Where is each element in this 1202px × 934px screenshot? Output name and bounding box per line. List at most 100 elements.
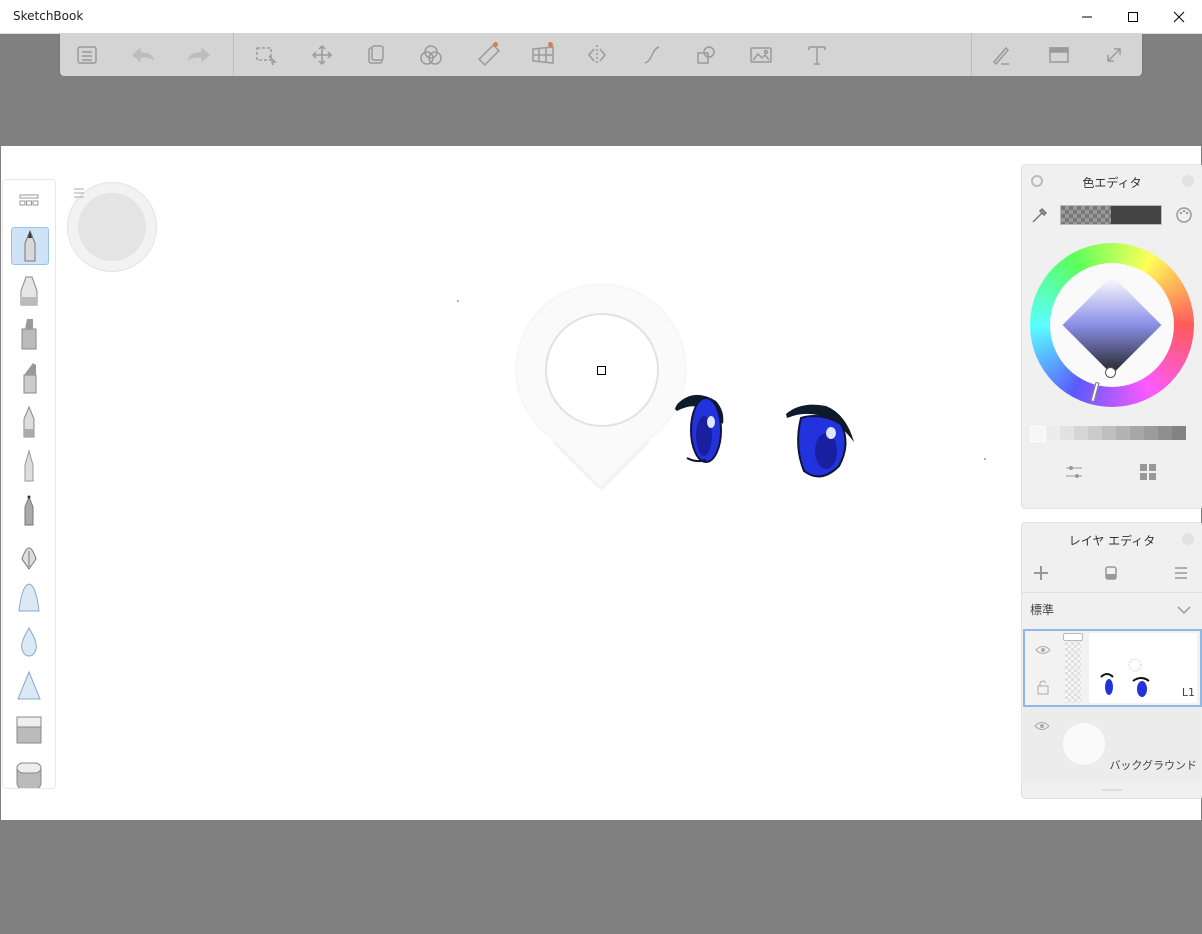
menu-icon <box>74 188 84 198</box>
brush-eraser-hard[interactable] <box>11 712 47 748</box>
close-icon <box>1173 11 1185 22</box>
symmetry-button[interactable] <box>577 33 617 76</box>
color-sets-icon[interactable] <box>1139 463 1157 481</box>
panel-resize-handle[interactable] <box>1102 789 1122 791</box>
airbrush-brush-icon <box>18 583 40 612</box>
chisel-brush-icon <box>23 363 37 394</box>
maximize-button[interactable] <box>1110 0 1156 33</box>
drawn-eye-right <box>786 404 854 478</box>
perspective-button[interactable] <box>523 33 563 76</box>
color-swatch-current[interactable] <box>1060 205 1162 225</box>
brush-water[interactable] <box>11 624 47 660</box>
layer-opacity-slider[interactable] <box>1063 633 1083 703</box>
recent-color[interactable] <box>1116 426 1130 440</box>
color-mix-button[interactable] <box>411 33 451 76</box>
minimize-icon <box>1082 16 1092 17</box>
palette-icon[interactable] <box>1174 205 1194 225</box>
layer-label: バックグラウンド <box>1109 759 1197 772</box>
sliders-icon[interactable] <box>1064 464 1084 480</box>
brush-puck[interactable] <box>67 182 157 272</box>
brush-ink-pen[interactable] <box>11 404 47 440</box>
title-bar: SketchBook <box>0 0 1202 34</box>
ballpoint-brush-icon <box>24 495 34 526</box>
lock-icon[interactable] <box>1036 679 1050 695</box>
nib-pen-brush-icon <box>21 547 37 570</box>
brush-eraser-soft[interactable] <box>11 756 47 788</box>
background-color-swatch[interactable] <box>1063 723 1105 765</box>
add-layer-icon[interactable] <box>1033 565 1049 581</box>
color-mix-icon <box>420 44 442 65</box>
layer-label: L1 <box>1181 686 1195 699</box>
soft-eraser-icon <box>16 762 42 788</box>
recent-color[interactable] <box>1060 426 1074 440</box>
brush-settings-button[interactable] <box>981 33 1021 76</box>
panel-collapse-button[interactable] <box>1182 175 1194 187</box>
recent-color[interactable] <box>1158 426 1172 440</box>
recent-color[interactable] <box>1088 426 1102 440</box>
ruler-button[interactable] <box>468 33 508 76</box>
fine-tip-brush-icon <box>24 449 34 482</box>
copy-button[interactable] <box>356 33 396 76</box>
layer-editor-title: レイヤ エディタ <box>1068 534 1156 548</box>
pencil-brush-icon <box>24 229 36 262</box>
close-button[interactable] <box>1156 0 1202 33</box>
image-button[interactable] <box>741 33 781 76</box>
list-button[interactable] <box>67 33 107 76</box>
layer-row[interactable]: バックグラウンド <box>1023 707 1201 781</box>
recent-color[interactable] <box>1172 426 1186 440</box>
undo-icon <box>131 46 155 63</box>
window-button[interactable] <box>1039 33 1079 76</box>
chevron-down-icon[interactable] <box>1177 605 1191 615</box>
divider <box>1022 592 1202 593</box>
move-icon <box>311 44 333 65</box>
opacity-handle[interactable] <box>1063 633 1083 641</box>
minimize-button[interactable] <box>1064 0 1110 33</box>
brush-airbrush[interactable] <box>11 580 47 616</box>
layer-row[interactable]: L1 <box>1023 629 1202 707</box>
ruler-indicator <box>493 42 498 47</box>
recent-color[interactable] <box>1130 426 1144 440</box>
brush-felt-pen[interactable] <box>11 316 47 352</box>
workspace-background <box>0 76 1202 146</box>
eyedropper-icon[interactable] <box>1030 206 1048 224</box>
grid-icon <box>19 194 39 206</box>
fullscreen-button[interactable] <box>1094 33 1134 76</box>
hue-handle[interactable] <box>1090 381 1100 403</box>
brush-library-grid-button[interactable] <box>19 192 39 211</box>
move-button[interactable] <box>302 33 342 76</box>
redo-button[interactable] <box>179 33 219 76</box>
brush-triangle[interactable] <box>11 668 47 704</box>
brush-ballpoint[interactable] <box>11 492 47 528</box>
recent-color[interactable] <box>1046 426 1060 440</box>
ink-pen-brush-icon <box>23 405 35 438</box>
brush-pencil[interactable] <box>11 227 49 265</box>
eye-icon[interactable] <box>1035 644 1051 656</box>
recent-color[interactable] <box>1074 426 1088 440</box>
undo-button[interactable] <box>123 33 163 76</box>
recent-color[interactable] <box>1102 426 1116 440</box>
brush-marker[interactable] <box>11 272 47 308</box>
cursor-crosshair <box>597 366 606 375</box>
brush-nib-pen[interactable] <box>11 536 47 572</box>
layer-editor-panel: レイヤ エディタ 標準 L1 バックグラウンド <box>1021 522 1202 799</box>
felt-pen-brush-icon <box>21 319 37 350</box>
text-button[interactable] <box>797 33 837 76</box>
blend-mode-select[interactable]: 標準 <box>1030 601 1054 618</box>
clear-layer-icon[interactable] <box>1104 565 1118 581</box>
recent-color[interactable] <box>1030 426 1046 442</box>
select-button[interactable] <box>246 33 286 76</box>
color-wheel[interactable] <box>1030 243 1194 407</box>
color-picker-handle[interactable] <box>1105 367 1116 378</box>
brush-fine-tip[interactable] <box>11 448 47 484</box>
window-icon <box>1049 46 1069 63</box>
copy-icon <box>368 44 384 64</box>
panel-collapse-button[interactable] <box>1182 533 1194 545</box>
color-editor-title: 色エディタ <box>1082 176 1142 190</box>
curve-button[interactable] <box>632 33 672 76</box>
shapes-button[interactable] <box>686 33 726 76</box>
recent-color[interactable] <box>1144 426 1158 440</box>
eye-icon[interactable] <box>1034 720 1050 732</box>
layer-menu-icon[interactable] <box>1174 566 1188 580</box>
brush-chisel[interactable] <box>11 360 47 396</box>
curve-icon <box>644 45 660 64</box>
